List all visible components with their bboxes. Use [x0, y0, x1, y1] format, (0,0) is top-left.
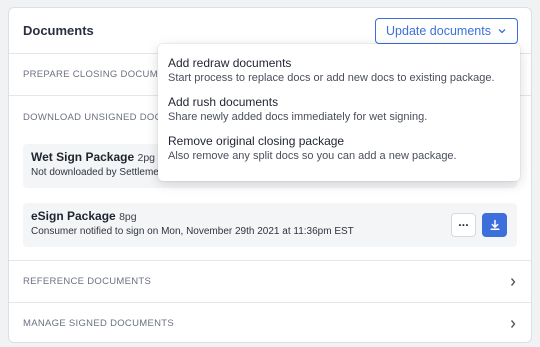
menu-item-title: Remove original closing package [168, 134, 345, 148]
chevron-right-icon [510, 319, 516, 328]
package-pages: 2pg [137, 152, 156, 164]
package-status: Consumer notified to sign on Mon, Novemb… [31, 226, 354, 237]
download-button[interactable] [482, 213, 507, 237]
package-name: Wet Sign Package [31, 150, 135, 164]
package-actions: ··· [451, 213, 507, 237]
more-icon: ··· [458, 218, 469, 232]
card-title: Documents [23, 23, 94, 38]
update-documents-menu: Add redraw documents Start process to re… [158, 44, 520, 181]
section-label-reference: REFERENCE DOCUMENTS [23, 276, 152, 287]
menu-item-description: Share newly added docs immediately for w… [168, 111, 428, 123]
package-esign: eSign Package 8pg Consumer notified to s… [23, 203, 517, 247]
menu-item-remove-original[interactable]: Remove original closing package Also rem… [168, 134, 520, 162]
update-documents-label: Update documents [386, 24, 491, 38]
chevron-down-icon [498, 29, 506, 34]
menu-item-description: Also remove any split docs so you can ad… [168, 150, 457, 162]
menu-item-title: Add redraw documents [168, 56, 292, 70]
package-name: eSign Package [31, 209, 116, 223]
section-label-manage: MANAGE SIGNED DOCUMENTS [23, 318, 174, 329]
section-manage[interactable]: MANAGE SIGNED DOCUMENTS [9, 303, 531, 342]
more-options-button[interactable]: ··· [451, 213, 476, 237]
menu-item-add-redraw[interactable]: Add redraw documents Start process to re… [168, 56, 520, 84]
chevron-right-icon [510, 277, 516, 286]
menu-item-title: Add rush documents [168, 95, 279, 109]
menu-item-add-rush[interactable]: Add rush documents Share newly added doc… [168, 95, 520, 123]
section-reference[interactable]: REFERENCE DOCUMENTS [9, 261, 531, 303]
update-documents-button[interactable]: Update documents [375, 18, 518, 44]
package-title: eSign Package 8pg [31, 209, 509, 223]
menu-item-description: Start process to replace docs or add new… [168, 72, 495, 84]
download-icon [489, 219, 500, 231]
package-pages: 8pg [119, 211, 137, 223]
